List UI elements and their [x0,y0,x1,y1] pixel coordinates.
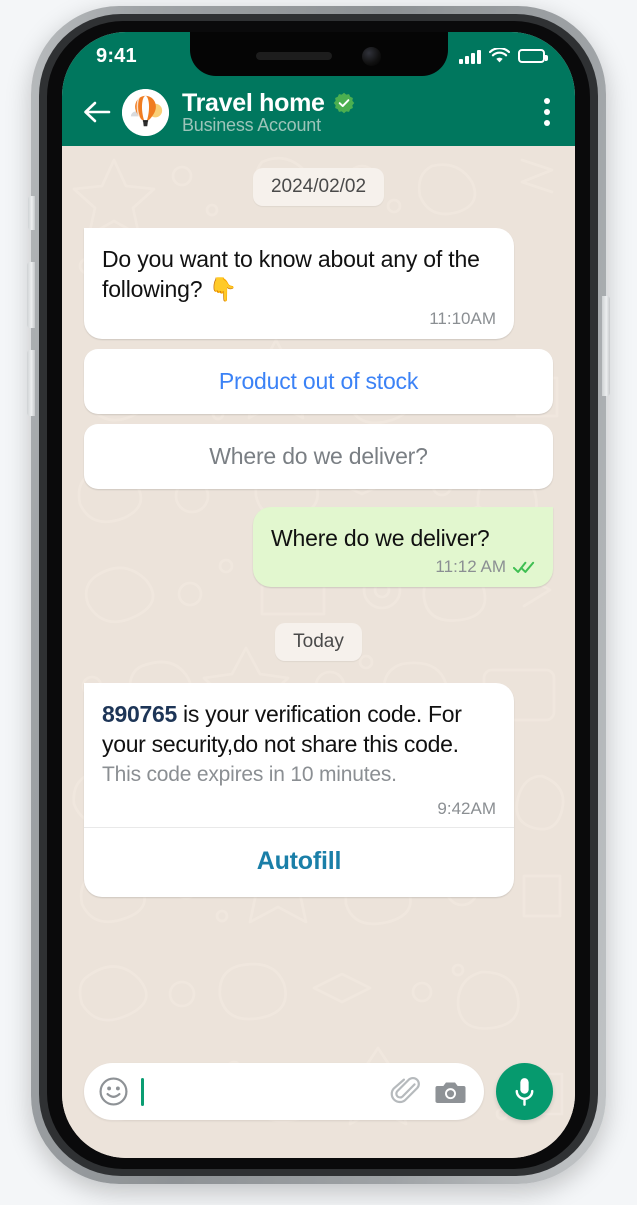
message-composer [62,1063,575,1120]
microphone-icon [515,1077,534,1106]
verification-body: 890765 is your verification code. For yo… [84,683,514,827]
back-arrow-icon[interactable] [82,99,112,125]
emoji-smiley-icon[interactable] [98,1076,129,1107]
phone-notch [189,32,448,76]
verified-badge-icon [333,92,354,114]
date-separator-first: 2024/02/02 [84,168,553,206]
message-row-incoming: Do you want to know about any of the fol… [84,228,553,339]
date-chip-label: 2024/02/02 [252,168,385,206]
date-separator-second: Today [84,623,553,662]
message-bubble-incoming[interactable]: Do you want to know about any of the fol… [84,228,514,339]
status-bar-icons [459,48,548,64]
screenshot-root: 9:41 Travel home Business Account 2024/0… [0,0,637,1205]
autofill-button[interactable]: Autofill [84,828,514,897]
overflow-menu-icon[interactable] [543,98,551,126]
hot-air-balloon-avatar [122,88,169,136]
status-bar-clock: 9:41 [96,44,137,67]
message-timestamp: 11:12 AM [435,557,506,577]
chat-header-texts: Travel home Business Account [182,89,543,136]
message-row-outgoing: Where do we deliver? 11:12 AM [84,506,553,588]
power-button[interactable] [602,296,610,396]
message-meta: 11:12 AM [271,557,535,577]
quick-reply-row-1: Where do we deliver? [84,423,553,489]
battery-icon [518,49,548,63]
cellular-signal-icon [459,49,481,64]
earpiece-speaker-icon [256,52,332,60]
paperclip-icon[interactable] [390,1076,421,1107]
camera-icon[interactable] [435,1078,466,1106]
message-bubble-outgoing[interactable]: Where do we deliver? 11:12 AM [253,506,553,588]
verification-code-value: 890765 [102,701,177,728]
wifi-icon [489,48,510,63]
double-check-read-icon [513,561,535,574]
front-camera-icon [362,46,381,66]
chat-message-list[interactable]: 2024/02/02 Do you want to know about any… [62,146,575,1158]
message-meta: 11:10AM [102,309,496,329]
text-cursor [141,1077,144,1106]
message-text: Where do we deliver? [271,524,490,551]
message-timestamp: 11:10AM [429,308,496,328]
account-type-label: Business Account [182,114,321,135]
message-text: Do you want to know about any of the fol… [102,246,480,303]
quick-reply-row-0: Product out of stock [84,348,553,414]
voice-message-button[interactable] [496,1063,553,1120]
volume-down-button[interactable] [27,350,35,416]
volume-up-button[interactable] [27,262,35,328]
date-chip-label: Today [275,623,362,662]
message-input-pill[interactable] [84,1063,484,1120]
phone-screen: 9:41 Travel home Business Account 2024/0… [62,32,575,1158]
quick-reply-button-product-out-of-stock[interactable]: Product out of stock [84,348,553,414]
chat-header: Travel home Business Account [62,78,575,146]
messages-container: 2024/02/02 Do you want to know about any… [62,146,575,1158]
avatar[interactable] [122,88,169,136]
mute-switch-button[interactable] [28,196,35,230]
message-timestamp: 9:42AM [437,798,496,818]
message-row-verification: 890765 is your verification code. For yo… [84,683,553,897]
page-title: Travel home [182,88,325,117]
verification-code-message[interactable]: 890765 is your verification code. For yo… [84,683,514,897]
verification-text: 890765 is your verification code. For yo… [102,699,496,760]
quick-reply-button-where-do-we-deliver[interactable]: Where do we deliver? [84,423,553,489]
verification-expiry-note: This code expires in 10 minutes. [102,762,397,786]
